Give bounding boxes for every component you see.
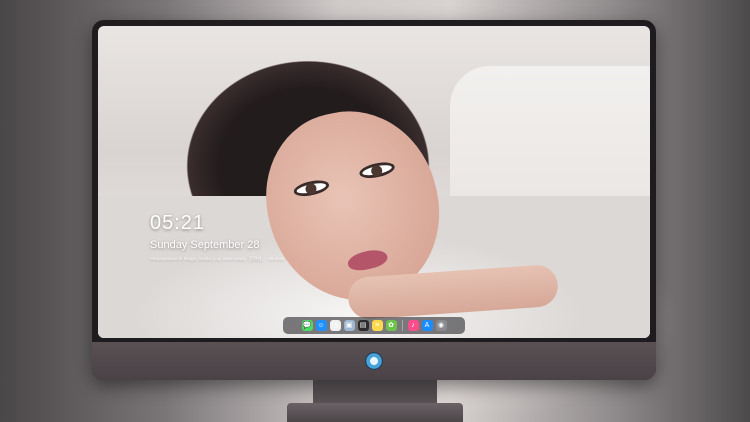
- music-icon[interactable]: ♪: [407, 320, 419, 331]
- notes-icon[interactable]: ≡: [371, 320, 383, 331]
- lock-time: 05:21: [150, 212, 206, 234]
- desktop-screen: 05:21 Sunday September 28 Perseverance i…: [98, 26, 650, 338]
- brand-logo-icon: [365, 352, 383, 370]
- monitor-frame: 05:21 Sunday September 28 Perseverance i…: [92, 20, 656, 380]
- lock-date: Sunday September 28: [150, 239, 260, 251]
- preview-icon[interactable]: ▣: [343, 320, 355, 331]
- app-store-icon[interactable]: A: [421, 320, 433, 331]
- photos-icon[interactable]: ✿: [385, 320, 397, 331]
- finder-icon[interactable]: ☺: [315, 320, 327, 331]
- camera-icon[interactable]: ◉: [435, 320, 447, 331]
- lock-screen-widget: 05:21 Sunday September 28 Perseverance i…: [150, 212, 284, 262]
- monitor-chin: [92, 342, 656, 380]
- wallpaper-eye-right: [358, 159, 397, 181]
- monitor-stand-base: [287, 403, 463, 422]
- clapperboard-icon[interactable]: ▤: [357, 320, 369, 331]
- lock-quote: Perseverance in things, breaks your inne…: [150, 256, 285, 261]
- dock: 💬 ☺ ◷ ▣ ▤ ≡ ✿ ♪ A ◉: [283, 317, 465, 334]
- messages-icon[interactable]: 💬: [301, 320, 313, 331]
- wallpaper-lips: [346, 247, 390, 274]
- clock-icon[interactable]: ◷: [329, 320, 341, 331]
- dock-separator: [401, 320, 403, 331]
- wallpaper-eye-left: [292, 177, 331, 199]
